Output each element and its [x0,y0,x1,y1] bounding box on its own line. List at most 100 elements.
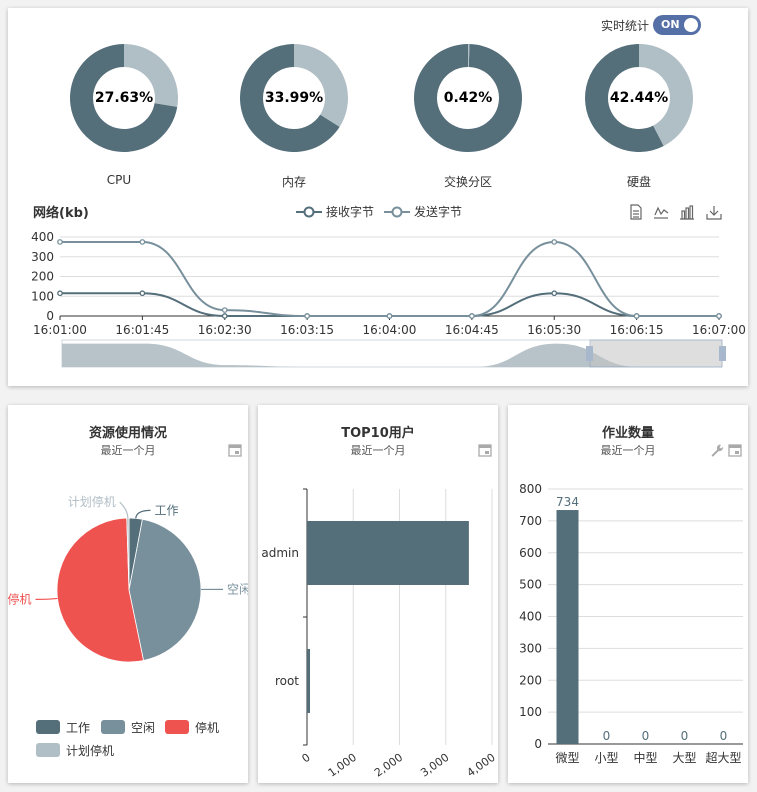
network-legend: 接收字节 发送字节 [296,203,462,220]
series-line-sent [59,240,719,317]
realtime-label: 实时统计 [601,19,650,33]
top-users-card: TOP10用户 最近一个月 0 1,000 2,000 3,000 4,000 admin… [258,405,498,783]
bar-chart-icon[interactable] [680,205,694,220]
x-tick-label: 16:07:00 [692,323,746,337]
category-label: 中型 [633,750,657,765]
legend-label: 计划停机 [66,743,114,758]
x-tick-label: 16:05:30 [527,323,581,337]
swap-label: 交换分区 [443,175,492,189]
y-tick-label: 800 [519,482,542,496]
download-icon[interactable] [706,206,722,220]
datazoom-selected-window [589,339,723,368]
pie-label-line [135,509,151,519]
network-toolbox [630,204,722,220]
legend-label: 停机 [195,720,219,735]
legend-item-received[interactable]: 接收字节 [296,203,374,220]
pie-label-line [119,501,129,519]
memory-label: 内存 [281,175,306,189]
pie-slice-label: 计划停机 [68,494,116,509]
series-point [551,290,558,297]
y-tick-label: 300 [519,641,542,655]
legend-item[interactable]: 停机 [165,720,219,735]
x-tick-label: 16:03:15 [280,323,334,337]
pie-slice-1 [128,518,202,661]
x-tick-label: 3,000 [418,751,451,780]
series-point [139,239,146,245]
realtime-toggle[interactable]: ON [653,15,701,35]
category-label: 微型 [555,751,579,765]
pie-label-line [35,597,58,600]
disk-value: 42.44% [609,90,669,106]
category-label: root [275,674,299,688]
data-view-icon[interactable] [630,204,642,220]
category-label: 小型 [594,751,618,765]
legend-item-sent[interactable]: 发送字节 [384,203,462,220]
job-count-card: 作业数量 最近一个月 0 100 200 300 400 500 600 700 800 734 微… [508,405,748,783]
legend-label-sent: 发送字节 [414,205,463,219]
cpu-value: 27.63% [94,90,154,106]
legend-marker-received [296,206,322,217]
y-tick-label: 500 [519,578,542,592]
x-tick-label: 4,000 [464,751,497,780]
legend-item[interactable]: 工作 [36,720,90,735]
legend-item[interactable]: 空闲 [101,720,155,735]
y-tick-label: 100 [519,705,542,719]
legend-swatch [101,720,125,734]
disk-label: 硬盘 [626,175,651,189]
series-point [551,239,558,245]
series-point [304,313,310,319]
bar-root [307,649,310,713]
category-label: admin [261,546,299,560]
legend-swatch [165,720,189,734]
toggle-knob [684,18,698,32]
series-point [221,313,228,319]
bar-value-label: 734 [556,495,579,509]
series-point [139,290,146,297]
job-count-bar-chart: 0 100 200 300 400 500 600 700 800 734 微型 0 小型 0 中型 0 大型 0… [519,482,743,765]
y-tick-label: 700 [519,514,542,528]
gauge-usage-arc [294,44,348,127]
x-tick-label: 1,000 [326,751,359,780]
x-tick-label: 16:01:45 [115,323,169,337]
x-tick-label: 16:01:00 [33,323,87,337]
pie-slice-label: 空闲 [227,582,248,596]
swap-value: 0.42% [443,90,493,106]
legend-label-received: 接收字节 [326,205,375,219]
category-label: 大型 [672,751,696,765]
x-tick-label: 16:04:00 [363,323,417,337]
y-tick-label: 400 [519,610,542,624]
y-tick-label: 200 [519,673,542,687]
series-point [633,313,640,319]
toggle-state: ON [661,18,680,31]
datazoom-handle-left[interactable] [586,346,593,361]
line-chart-icon[interactable] [654,206,669,219]
y-tick-label: 600 [519,546,542,560]
y-tick-label: 200 [31,270,54,284]
series-point [469,313,475,319]
legend-item[interactable]: 计划停机 [36,743,114,758]
x-tick-label: 16:04:45 [445,323,499,337]
legend-label: 空闲 [131,721,155,735]
bar-value-label: 0 [642,729,650,743]
series-point [716,313,722,319]
network-line-chart: 0 100 200 300 400 16:01:00 16:01:45 16:02:30 16:… [31,230,746,368]
series-point [221,307,228,313]
bar-admin [307,521,469,585]
legend-label: 工作 [66,721,90,735]
series-point [386,313,393,319]
y-tick-label: 0 [534,737,542,751]
y-tick-label: 400 [31,230,54,244]
bar-value-label: 0 [720,729,728,743]
resource-pie-chart: 工作空闲停机计划停机工作 空闲 停机计划停机 [8,494,248,758]
series-point [57,239,63,245]
x-tick-label: 16:02:30 [198,323,252,337]
cpu-label: CPU [106,173,132,187]
system-status-card: 实时统计 ON 27.63% 33.99% 0.42% 42.44% CPU 内… [8,8,748,386]
y-tick-label: 0 [46,309,54,323]
category-label: 超大型 [705,750,741,765]
datazoom-handle-right[interactable] [719,346,726,361]
bar-value-label: 0 [603,729,611,743]
x-tick-label: 0 [300,751,313,766]
legend-swatch [36,743,60,757]
bar-value-label: 0 [681,729,689,743]
